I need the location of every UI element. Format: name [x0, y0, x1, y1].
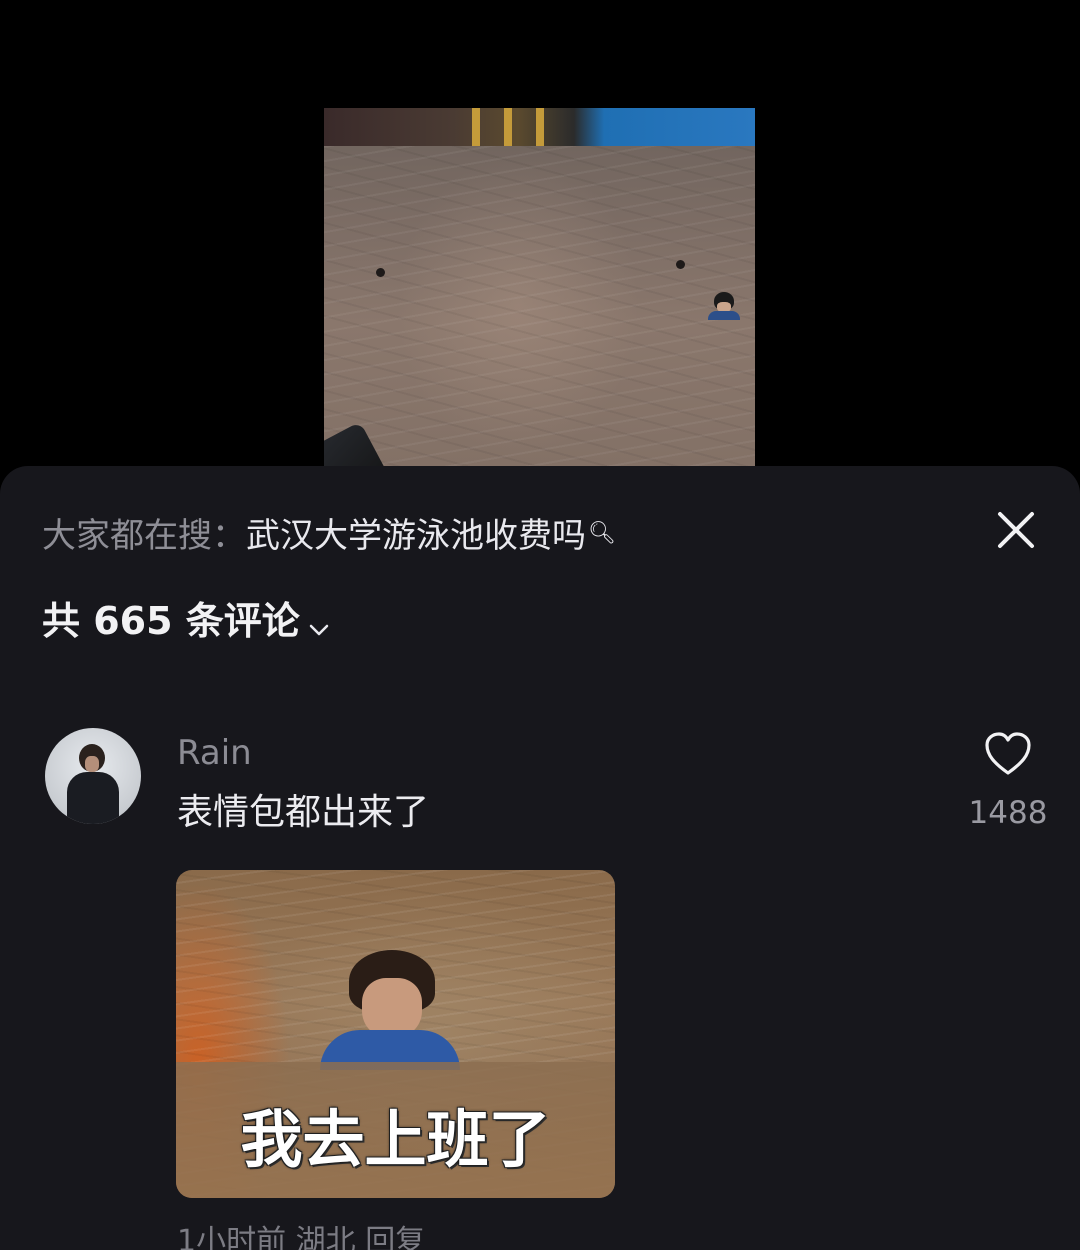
search-suggestion-term[interactable]: 武汉大学游泳池收费吗 [246, 516, 586, 556]
video-thumbnail[interactable] [324, 108, 755, 466]
like-button[interactable] [984, 731, 1032, 777]
avatar[interactable]: ​ [45, 728, 141, 824]
comment-text: 表情包都出来了 [177, 792, 430, 833]
comment-username[interactable]: Rain [177, 732, 252, 774]
reply-button[interactable]: 回复 [365, 1224, 425, 1250]
comment-count[interactable]: 共 665 条评论 [42, 596, 330, 646]
search-suggestion-prefix: 大家都在搜： [42, 516, 246, 556]
comment-image[interactable]: 我去上班了 [176, 870, 615, 1198]
flood-water [324, 146, 755, 466]
search-suggestion[interactable]: 大家都在搜：武汉大学游泳池收费吗🔍︎ [42, 514, 616, 558]
image-caption: 我去上班了 [240, 1103, 551, 1176]
video-background-shore [324, 108, 755, 146]
comment-location: 湖北 [295, 1224, 356, 1250]
comment-count-label: 共 665 条评论 [42, 599, 300, 643]
comment-time: 1小时前 [177, 1224, 287, 1250]
search-icon[interactable]: 🔍︎ [588, 521, 616, 546]
close-button[interactable] [994, 508, 1038, 552]
app-screen: 大家都在搜：武汉大学游泳池收费吗🔍︎ 共 665 条评论 ​ Rain 表情包都… [0, 0, 1080, 1250]
comment-meta: 1小时前 湖北 回复 [177, 1222, 425, 1250]
chevron-down-icon[interactable] [308, 599, 330, 649]
heart-icon[interactable] [984, 731, 1032, 777]
close-icon[interactable] [994, 508, 1038, 552]
like-count: 1488 [968, 795, 1048, 831]
